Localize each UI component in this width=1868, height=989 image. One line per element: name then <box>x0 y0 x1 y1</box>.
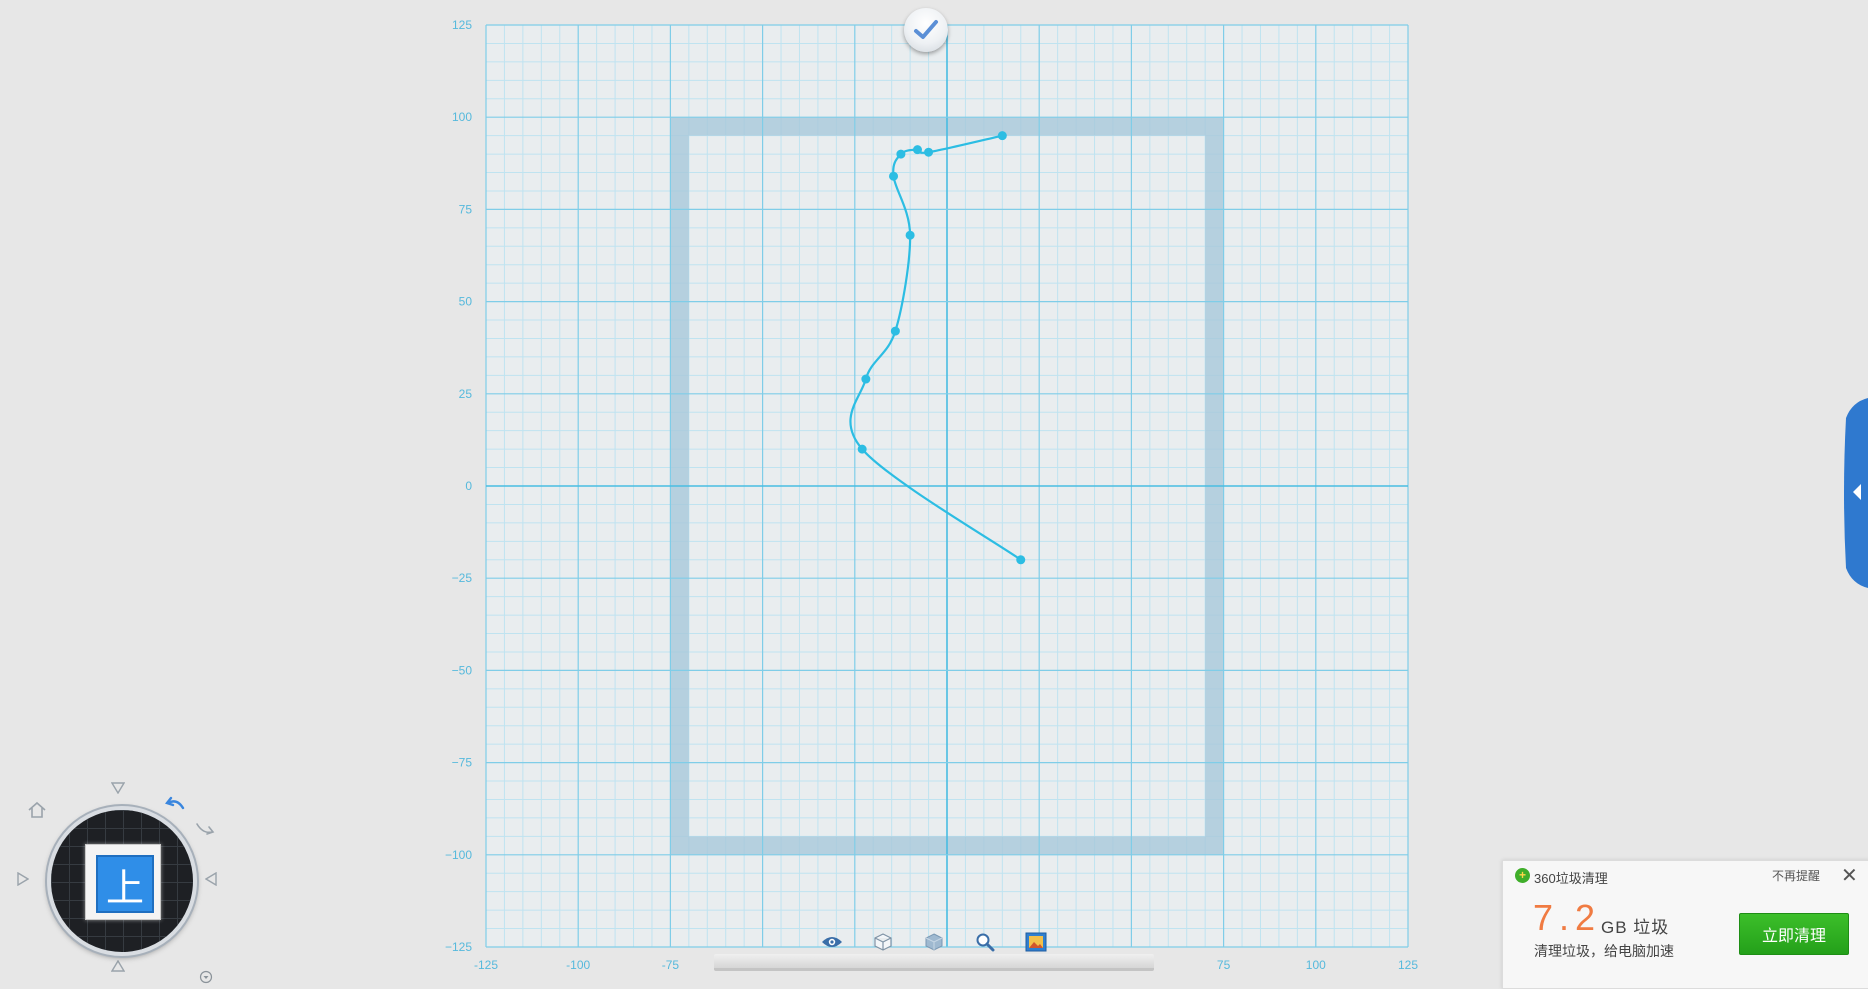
x-tick-label: -125 <box>474 958 498 972</box>
shield-plus-icon: + <box>1515 868 1530 883</box>
y-tick-label: 125 <box>452 18 472 32</box>
y-tick-label: 0 <box>465 479 472 493</box>
home-icon[interactable] <box>27 800 47 822</box>
notification-title: 360垃圾清理 <box>1534 871 1608 886</box>
control-point[interactable] <box>857 444 867 454</box>
y-tick-label: 75 <box>459 202 473 216</box>
y-tick-label: −50 <box>452 663 473 677</box>
y-tick-label: −75 <box>452 756 473 770</box>
notification-subtitle: 清理垃圾，给电脑加速 <box>1534 943 1674 959</box>
control-point[interactable] <box>997 131 1007 141</box>
junk-amount: 7.2 <box>1533 897 1602 938</box>
view-orbit-ring[interactable]: 上 <box>47 806 197 956</box>
x-tick-label: -75 <box>662 958 680 972</box>
close-icon[interactable]: ✕ <box>1841 863 1858 888</box>
sketch-canvas[interactable]: 125 100 75 50 25 0 −25 −50 −75 −100 −125-125 -100 -7… <box>0 0 1868 987</box>
y-tick-label: 100 <box>452 110 472 124</box>
arrow-up-icon[interactable] <box>110 959 126 974</box>
control-point[interactable] <box>912 145 922 155</box>
cube-icon[interactable] <box>869 928 897 956</box>
y-tick-label: −25 <box>452 571 473 585</box>
x-tick-label: 125 <box>1398 958 1418 972</box>
check-icon <box>914 20 938 39</box>
cleanup-notification: + 360垃圾清理 不再提醒 ✕ 7.2 GB 垃圾 清理垃圾，给电脑加速 立即… <box>1502 860 1868 989</box>
eye-icon[interactable] <box>818 928 846 956</box>
x-tick-label: -100 <box>566 958 590 972</box>
view-cube: 上 <box>85 844 161 920</box>
x-tick-label: 75 <box>1217 958 1231 972</box>
junk-unit: GB 垃圾 <box>1601 918 1670 937</box>
y-tick-label: 25 <box>459 387 473 401</box>
arrow-left-icon[interactable] <box>204 871 217 888</box>
control-point[interactable] <box>896 149 906 159</box>
control-point[interactable] <box>890 326 900 336</box>
control-point[interactable] <box>861 374 871 384</box>
toolbar-shelf <box>714 954 1154 971</box>
y-tick-label: 50 <box>459 295 473 309</box>
side-panel-toggle[interactable] <box>1842 398 1868 588</box>
y-tick-label: −100 <box>445 848 472 862</box>
clean-now-button[interactable]: 立即清理 <box>1739 913 1849 955</box>
dont-remind-link[interactable]: 不再提醒 <box>1772 867 1820 884</box>
arrow-down-icon[interactable] <box>110 782 126 796</box>
arrow-right-icon[interactable] <box>17 871 30 888</box>
confirm-button[interactable] <box>904 8 948 52</box>
control-point[interactable] <box>924 147 934 157</box>
image-icon[interactable] <box>1022 928 1050 956</box>
dropdown-icon[interactable] <box>199 970 213 986</box>
control-point[interactable] <box>889 171 899 181</box>
control-point[interactable] <box>1016 555 1026 565</box>
view-navigation-cube[interactable]: 上 <box>15 780 225 987</box>
x-tick-label: 100 <box>1306 958 1326 972</box>
zoom-icon[interactable] <box>971 928 999 956</box>
box-icon[interactable] <box>920 928 948 956</box>
view-face-top[interactable]: 上 <box>96 855 154 913</box>
y-tick-label: −125 <box>445 940 472 954</box>
bottom-toolbar <box>714 924 1154 974</box>
control-point[interactable] <box>905 230 915 240</box>
rotate-right-icon[interactable] <box>193 818 215 842</box>
